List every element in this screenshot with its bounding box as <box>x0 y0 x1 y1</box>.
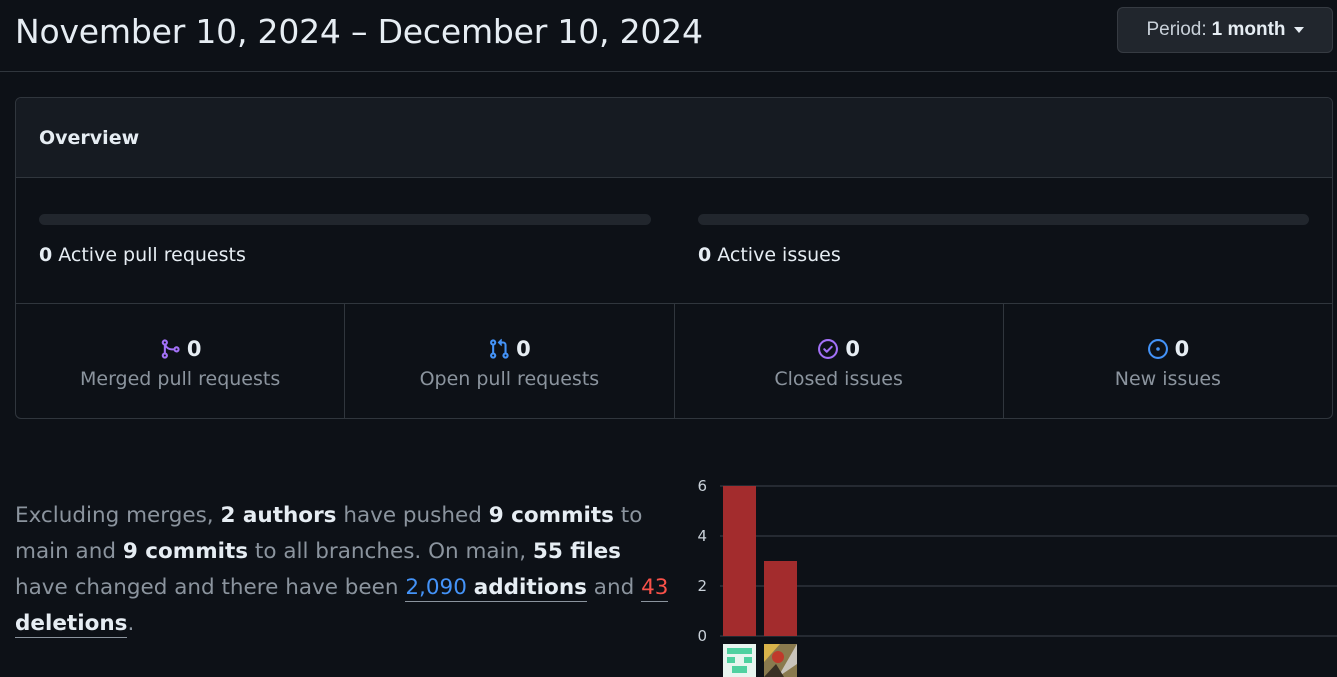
period-dropdown-button[interactable]: Period: 1 month <box>1117 7 1333 53</box>
pulse-header: November 10, 2024 – December 10, 2024 Pe… <box>0 0 1337 72</box>
author-avatar <box>772 651 784 663</box>
additions-link[interactable]: 2,090 additions <box>405 575 587 602</box>
git-pull-request-icon <box>490 338 509 359</box>
files-changed-count: 55 files <box>532 539 621 564</box>
commit-bar <box>764 561 797 636</box>
deletions-count: 43 <box>641 575 669 600</box>
active-summary: 0 Active pull requests 0 Active issues <box>16 178 1332 304</box>
git-merge-icon <box>161 339 180 359</box>
y-tick-label: 2 <box>697 577 707 595</box>
commits-all-count: 9 commits <box>122 539 249 564</box>
stat-open-prs[interactable]: 0 Open pull requests <box>345 304 675 418</box>
stat-merged-prs[interactable]: 0 Merged pull requests <box>16 304 346 418</box>
date-range-title: November 10, 2024 – December 10, 2024 <box>15 12 703 51</box>
commit-bar <box>723 486 756 636</box>
active-prs-count: 0 <box>39 244 53 266</box>
summary-text: have pushed <box>336 503 489 528</box>
merged-prs-label: Merged pull requests <box>80 368 281 390</box>
summary-text: Excluding merges, <box>15 503 221 528</box>
active-prs-label: Active pull requests <box>58 244 246 266</box>
author-avatar <box>727 657 735 663</box>
summary-text: have changed and there have been <box>15 575 406 600</box>
active-issues-count: 0 <box>698 244 712 266</box>
y-tick-label: 6 <box>697 477 707 495</box>
new-issues-label: New issues <box>1114 368 1221 390</box>
issue-opened-icon <box>1147 339 1168 359</box>
overview-stats: 0 Merged pull requests 0 Open pull reque… <box>16 304 1332 418</box>
deletions-label: deletions <box>15 611 128 636</box>
overview-panel: Overview 0 Active pull requests 0 Active i… <box>15 97 1333 419</box>
stat-new-issues[interactable]: 0 New issues <box>1004 304 1332 418</box>
y-tick-label: 4 <box>697 527 707 545</box>
pulse-page: November 10, 2024 – December 10, 2024 Pe… <box>0 0 1337 677</box>
active-issues-label: Active issues <box>717 244 841 266</box>
commits-by-author-chart: 0 2 4 6 <box>697 477 1337 677</box>
issue-closed-icon <box>818 339 839 359</box>
additions-label: additions <box>473 575 587 600</box>
additions-count: 2,090 <box>405 575 467 600</box>
authors-count: 2 authors <box>220 503 337 528</box>
active-prs-summary[interactable]: 0 Active pull requests <box>39 244 246 266</box>
commit-summary: Excluding merges, 2 authors have pushed … <box>15 498 675 642</box>
stat-closed-issues[interactable]: 0 Closed issues <box>675 304 1004 418</box>
commits-main-count: 9 commits <box>488 503 614 528</box>
y-tick-label: 0 <box>697 627 707 645</box>
summary-text: and <box>586 575 642 600</box>
author-avatar <box>744 657 752 663</box>
author-avatar <box>732 666 747 673</box>
active-issues-summary[interactable]: 0 Active issues <box>698 244 841 266</box>
closed-issues-count: 0 <box>845 337 860 361</box>
summary-text: to all branches. On main, <box>248 539 533 564</box>
new-issues-count: 0 <box>1174 337 1190 361</box>
active-issues-progress-bar <box>698 214 1309 225</box>
active-prs-progress-bar <box>39 214 651 225</box>
summary-text: . <box>127 611 135 636</box>
merged-prs-count: 0 <box>186 337 202 361</box>
open-prs-count: 0 <box>516 337 531 361</box>
overview-title: Overview <box>16 98 1332 178</box>
period-value: 1 month <box>1211 19 1286 40</box>
open-prs-label: Open pull requests <box>419 368 600 390</box>
period-label: Period: <box>1146 19 1207 40</box>
caret-down-icon <box>1293 27 1304 33</box>
closed-issues-label: Closed issues <box>774 368 903 390</box>
author-avatar <box>727 648 752 654</box>
